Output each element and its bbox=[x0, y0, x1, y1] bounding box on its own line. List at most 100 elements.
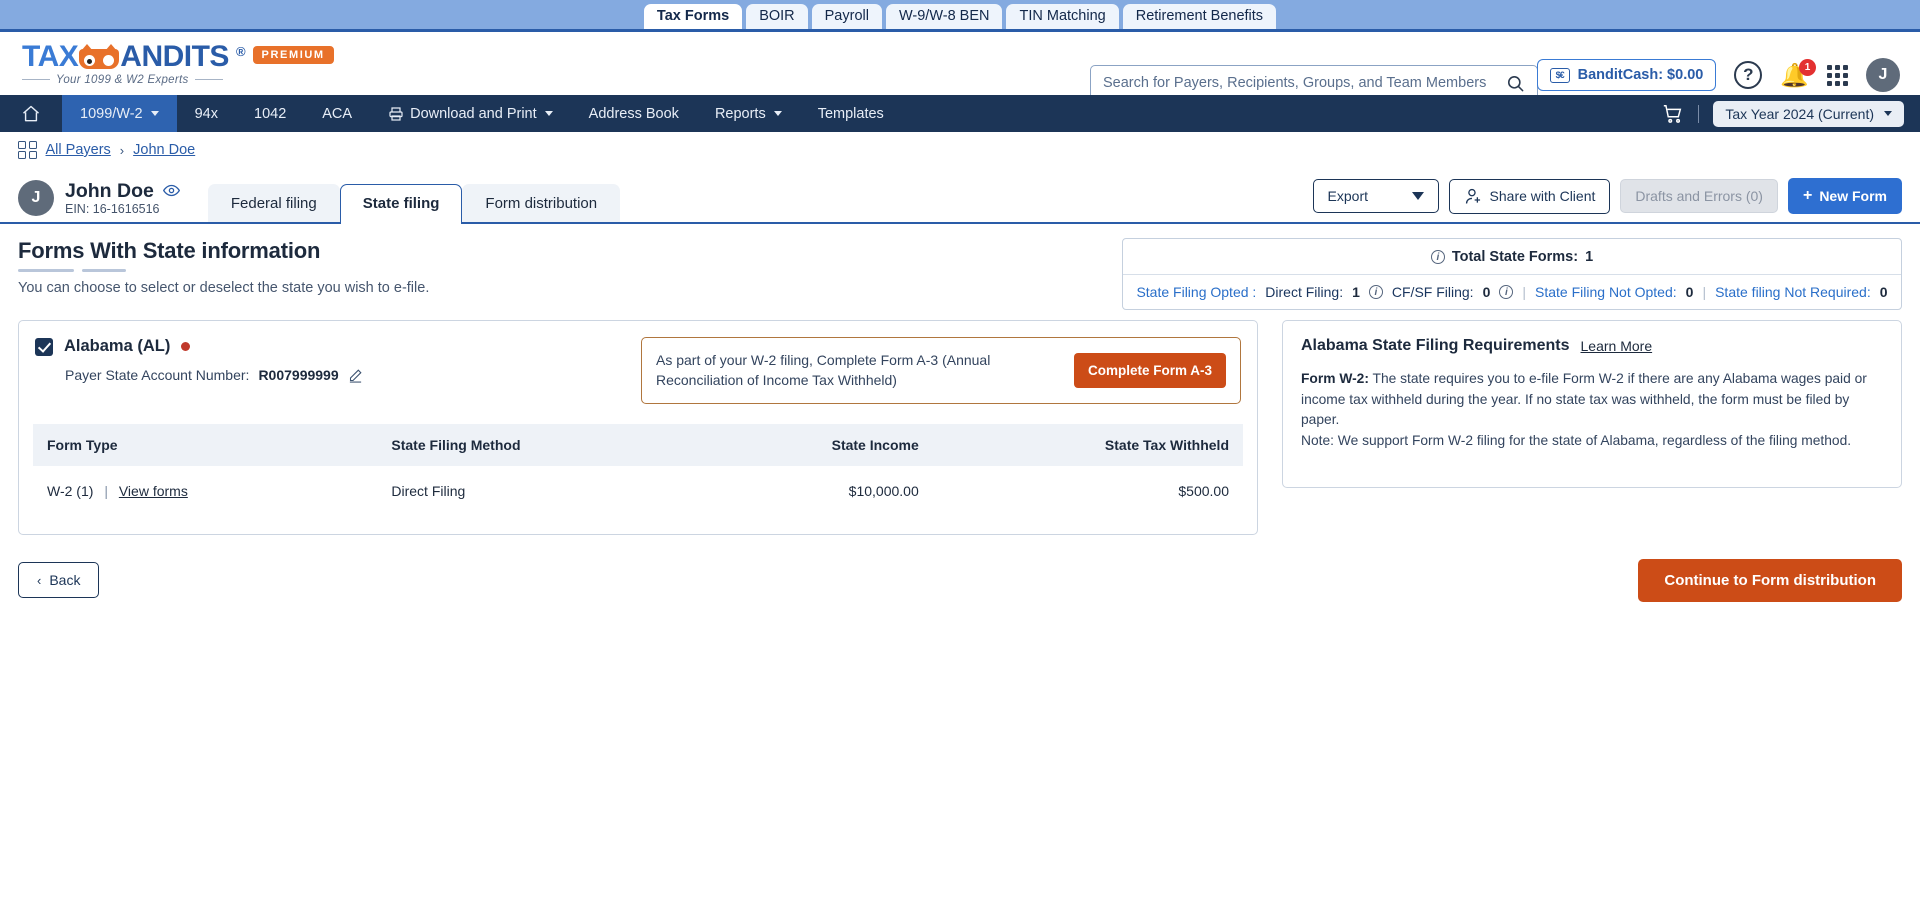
breadcrumb: All Payers › John Doe bbox=[0, 132, 1920, 168]
state-filing-opted-label: State Filing Opted : bbox=[1136, 284, 1257, 300]
back-label: Back bbox=[49, 572, 81, 589]
continue-to-form-distribution-button[interactable]: Continue to Form distribution bbox=[1638, 558, 1902, 602]
shopping-cart-icon[interactable] bbox=[1662, 103, 1684, 125]
chevron-down-icon bbox=[544, 111, 553, 116]
search-icon[interactable] bbox=[1506, 74, 1525, 93]
product-tab-payroll[interactable]: Payroll bbox=[811, 3, 882, 29]
new-form-button[interactable]: + New Form bbox=[1787, 178, 1902, 214]
nav-right-group: Tax Year 2024 (Current) bbox=[1662, 95, 1904, 132]
help-icon[interactable]: ? bbox=[1734, 61, 1763, 89]
breadcrumb-current-payer[interactable]: John Doe bbox=[133, 142, 195, 158]
cell-filing-method: Direct Filing bbox=[391, 482, 466, 499]
share-label: Share with Client bbox=[1489, 188, 1596, 204]
logo-wordmark: TAX ANDITS bbox=[22, 41, 229, 72]
tab-state-filing[interactable]: State filing bbox=[339, 184, 463, 224]
state-name-row: Alabama (AL) bbox=[35, 337, 627, 356]
total-state-forms-label: Total State Forms: bbox=[1451, 249, 1579, 265]
total-state-forms-value: 1 bbox=[1585, 249, 1594, 265]
table-body: W-2 (1) | View forms Direct Filing $10,0… bbox=[33, 466, 1243, 516]
nav-label-templates: Templates bbox=[817, 105, 884, 122]
nav-item-1042[interactable]: 1042 bbox=[236, 95, 304, 132]
apps-grid-icon[interactable] bbox=[18, 140, 37, 160]
column-form-type: Form Type bbox=[33, 423, 378, 466]
learn-more-link[interactable]: Learn More bbox=[1581, 338, 1653, 354]
bandit-mask-icon bbox=[79, 43, 120, 69]
pencil-edit-icon[interactable] bbox=[348, 368, 363, 383]
nav-item-download-and-print[interactable]: Download and Print bbox=[370, 95, 571, 132]
filing-tabs: Federal filing State filing Form distrib… bbox=[207, 184, 621, 224]
cfsf-filing-value: 0 bbox=[1482, 284, 1491, 300]
payer-identity: J John Doe EIN: 16-1616516 bbox=[18, 180, 180, 222]
state-forms-summary: i Total State Forms: 1 State Filing Opte… bbox=[1122, 238, 1902, 310]
cell-separator: | bbox=[104, 482, 108, 499]
cell-state-income: $10,000.00 bbox=[848, 482, 919, 499]
product-tabs: Tax Forms BOIR Payroll W-9/W-8 BEN TIN M… bbox=[643, 3, 1277, 29]
nav-label-1099-w2: 1099/W-2 bbox=[80, 105, 143, 122]
tax-year-selector[interactable]: Tax Year 2024 (Current) bbox=[1713, 100, 1904, 127]
payer-state-account-label: Payer State Account Number: bbox=[65, 367, 250, 383]
home-icon[interactable] bbox=[0, 95, 62, 132]
info-icon[interactable]: i bbox=[1430, 250, 1445, 264]
brand-logo[interactable]: TAX ANDITS ® PREMIUM Your 1099 & W2 Exper… bbox=[22, 41, 334, 86]
notification-badge: 1 bbox=[1799, 58, 1816, 76]
view-forms-link[interactable]: View forms bbox=[119, 483, 188, 499]
payer-action-buttons: Export Share with Client Drafts and Erro… bbox=[1312, 178, 1902, 214]
share-with-client-button[interactable]: Share with Client bbox=[1448, 178, 1611, 214]
brand-tagline: Your 1099 & W2 Experts bbox=[22, 74, 334, 86]
product-tab-retirement-benefits[interactable]: Retirement Benefits bbox=[1122, 3, 1277, 29]
table-row: W-2 (1) | View forms Direct Filing $10,0… bbox=[33, 466, 1243, 516]
chevron-down-icon bbox=[1411, 192, 1424, 200]
back-button[interactable]: ‹ Back bbox=[18, 562, 100, 599]
footer-actions: ‹ Back Continue to Form distribution bbox=[18, 558, 1902, 602]
nav-item-address-book[interactable]: Address Book bbox=[571, 95, 697, 132]
export-button[interactable]: Export bbox=[1312, 179, 1439, 213]
requirements-body-text: The state requires you to e-file Form W-… bbox=[1301, 371, 1867, 428]
payer-state-account-value: R007999999 bbox=[258, 367, 339, 383]
chevron-down-icon bbox=[773, 111, 782, 116]
drafts-and-errors-button[interactable]: Drafts and Errors (0) bbox=[1620, 179, 1778, 213]
avatar[interactable]: J bbox=[1866, 58, 1900, 92]
nav-item-94x[interactable]: 94x bbox=[177, 95, 236, 132]
state-forms-table: Form Type State Filing Method State Inco… bbox=[33, 423, 1243, 516]
state-checkbox-alabama[interactable] bbox=[35, 337, 53, 356]
total-state-forms-row: i Total State Forms: 1 bbox=[1123, 239, 1901, 275]
cfsf-filing-label: CF/SF Filing: bbox=[1391, 284, 1474, 300]
state-card-info: Alabama (AL) Payer State Account Number:… bbox=[35, 337, 627, 383]
product-tab-w9-w8ben[interactable]: W-9/W-8 BEN bbox=[885, 3, 1003, 29]
state-filing-not-opted-value: 0 bbox=[1685, 284, 1694, 300]
column-state-tax-withheld: State Tax Withheld bbox=[932, 423, 1243, 466]
nav-label-aca: ACA bbox=[322, 105, 353, 122]
direct-filing-label: Direct Filing: bbox=[1265, 284, 1344, 300]
payer-name-text: John Doe bbox=[65, 179, 154, 202]
plus-icon: + bbox=[1802, 187, 1813, 204]
requirements-note: Note: We support Form W-2 filing for the… bbox=[1301, 433, 1852, 449]
product-tab-tax-forms[interactable]: Tax Forms bbox=[643, 3, 743, 29]
notifications-button[interactable]: 🔔 1 bbox=[1780, 58, 1816, 87]
drafts-label: Drafts and Errors (0) bbox=[1635, 188, 1763, 204]
status-badge bbox=[181, 342, 191, 351]
nav-label-1042: 1042 bbox=[254, 105, 287, 122]
premium-badge: PREMIUM bbox=[252, 45, 334, 64]
nav-item-aca[interactable]: ACA bbox=[304, 95, 370, 132]
tab-federal-filing[interactable]: Federal filing bbox=[207, 184, 340, 222]
nav-divider bbox=[1698, 104, 1700, 123]
table-header: Form Type State Filing Method State Inco… bbox=[33, 423, 1243, 466]
apps-grid-icon[interactable] bbox=[1827, 64, 1848, 86]
cell-state-tax-withheld: $500.00 bbox=[1178, 482, 1229, 499]
product-tab-tin-matching[interactable]: TIN Matching bbox=[1006, 3, 1119, 29]
info-icon[interactable]: i bbox=[1499, 285, 1514, 299]
eye-icon[interactable] bbox=[162, 184, 180, 197]
product-tab-strip: Tax Forms BOIR Payroll W-9/W-8 BEN TIN M… bbox=[0, 0, 1920, 32]
tab-form-distribution[interactable]: Form distribution bbox=[462, 184, 621, 222]
nav-item-reports[interactable]: Reports bbox=[697, 95, 800, 132]
breadcrumb-all-payers[interactable]: All Payers bbox=[46, 142, 111, 158]
nav-item-1099-w2[interactable]: 1099/W-2 bbox=[62, 95, 177, 132]
search-input[interactable] bbox=[1103, 75, 1506, 91]
info-icon[interactable]: i bbox=[1368, 285, 1383, 299]
bandit-cash-button[interactable]: $€ BanditCash: $0.00 bbox=[1536, 59, 1717, 91]
complete-form-a3-button[interactable]: Complete Form A-3 bbox=[1073, 352, 1226, 388]
state-card-alabama: Alabama (AL) Payer State Account Number:… bbox=[18, 320, 1258, 535]
payer-avatar: J bbox=[18, 179, 54, 216]
nav-item-templates[interactable]: Templates bbox=[800, 95, 902, 132]
product-tab-boir[interactable]: BOIR bbox=[746, 3, 808, 29]
